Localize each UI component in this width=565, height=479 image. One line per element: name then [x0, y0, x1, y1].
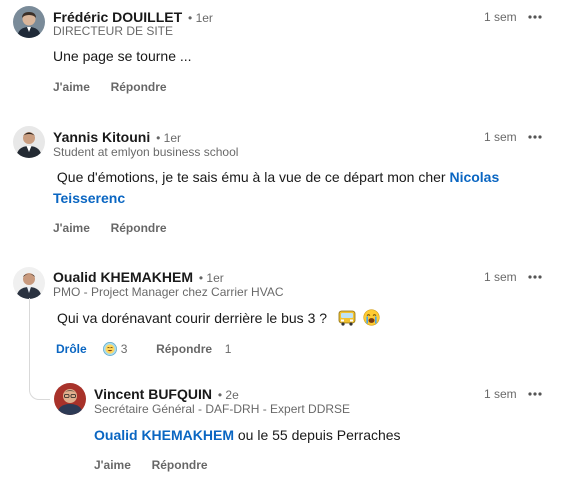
author-name-text[interactable]: Yannis Kitouni: [53, 129, 150, 145]
more-options-button[interactable]: [527, 129, 543, 145]
comment-frederic-douillet: Frédéric DOUILLET • 1er DIRECTEUR DE SIT…: [0, 0, 565, 110]
avatar[interactable]: [13, 6, 45, 38]
comment-text: Que d'émotions, je te sais ému à la vue …: [53, 167, 523, 209]
reply-count[interactable]: 1: [225, 342, 232, 356]
ellipsis-icon: [528, 135, 542, 139]
avatar[interactable]: [13, 267, 45, 299]
comment-text: Qui va dorénavant courir derrière le bus…: [57, 308, 380, 329]
comment-oualid-khemakhem: Oualid KHEMAKHEM • 1er PMO - Project Man…: [0, 261, 565, 371]
ellipsis-icon: [528, 15, 542, 19]
mention-link-continued[interactable]: Teisserenc: [53, 190, 125, 206]
reply-vincent-bufquin: Vincent BUFQUIN • 2e Secrétaire Général …: [0, 378, 565, 479]
thread-connector-line: [29, 298, 30, 384]
more-options-button[interactable]: [527, 386, 543, 402]
comment-text-content: Qui va dorénavant courir derrière le bus…: [57, 310, 331, 326]
timestamp: 1 sem: [484, 270, 517, 284]
crying-face-emoji: [363, 309, 380, 326]
author-headline: DIRECTEUR DE SITE: [53, 24, 174, 38]
connection-degree: • 1er: [188, 11, 213, 25]
mention-link[interactable]: Nicolas: [449, 169, 499, 185]
reaction-button[interactable]: Drôle: [56, 342, 87, 356]
comment-text-prefix: Que d'émotions, je te sais ému à la vue …: [53, 169, 450, 185]
reply-button[interactable]: Répondre: [111, 221, 167, 235]
more-options-button[interactable]: [527, 9, 543, 25]
author-name-text[interactable]: Oualid KHEMAKHEM: [53, 269, 193, 285]
reaction-count[interactable]: 3: [121, 342, 128, 356]
avatar[interactable]: [13, 126, 45, 158]
author-name-text[interactable]: Vincent BUFQUIN: [94, 386, 212, 402]
connection-degree: • 1er: [156, 131, 182, 145]
comment-actions: J'aime Répondre: [53, 79, 167, 95]
reply-button[interactable]: Répondre: [152, 458, 208, 472]
reply-button[interactable]: Répondre: [111, 80, 167, 94]
more-options-button[interactable]: [527, 269, 543, 285]
laughing-reaction-icon[interactable]: [103, 342, 118, 356]
avatar[interactable]: [54, 383, 86, 415]
bus-emoji: [338, 310, 356, 326]
comment-yannis-kitouni: Yannis Kitouni • 1er Student at emlyon b…: [0, 120, 565, 240]
mention-link[interactable]: Oualid KHEMAKHEM: [94, 427, 234, 443]
author-headline: Student at emlyon business school: [53, 145, 239, 159]
comment-text: Une page se tourne ...: [53, 48, 192, 64]
connection-degree: • 2e: [217, 388, 239, 402]
reply-button[interactable]: Répondre: [156, 342, 212, 356]
reply-actions: J'aime Répondre: [94, 457, 208, 473]
author-headline: PMO - Project Manager chez Carrier HVAC: [53, 285, 284, 299]
timestamp: 1 sem: [484, 130, 517, 144]
timestamp: 1 sem: [484, 387, 517, 401]
comment-actions: J'aime Répondre: [53, 220, 167, 236]
author-headline: Secrétaire Général - DAF-DRH - Expert DD…: [94, 402, 351, 416]
reply-text-content: ou le 55 depuis Perraches: [234, 427, 401, 443]
timestamp: 1 sem: [484, 10, 517, 24]
like-button[interactable]: J'aime: [94, 458, 131, 472]
like-button[interactable]: J'aime: [53, 221, 90, 235]
comment-actions: Drôle 3 Répondre 1: [56, 341, 231, 357]
reply-text: Oualid KHEMAKHEM ou le 55 depuis Perrach…: [94, 425, 401, 446]
ellipsis-icon: [528, 275, 542, 279]
connection-degree: • 1er: [198, 271, 224, 285]
ellipsis-icon: [528, 392, 542, 396]
like-button[interactable]: J'aime: [53, 80, 90, 94]
